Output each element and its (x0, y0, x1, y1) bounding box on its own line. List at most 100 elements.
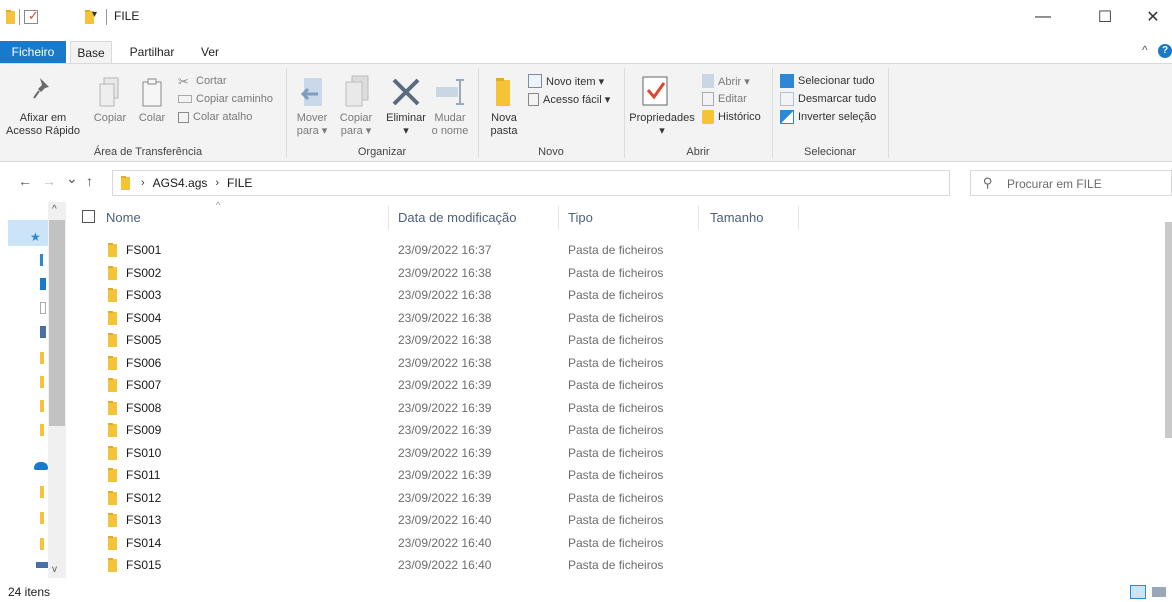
column-divider[interactable] (698, 206, 699, 230)
recent-locations-button[interactable]: ⌄ (66, 170, 78, 187)
table-row[interactable]: FS012 23/09/2022 16:39 Pasta de ficheiros (66, 487, 1164, 510)
column-divider[interactable] (558, 206, 559, 230)
desktop-icon[interactable] (40, 278, 46, 290)
move-to-button[interactable]: Mover para ▾ (292, 112, 332, 138)
customize-quick-access-button[interactable]: ▾ (92, 9, 97, 20)
tab-base[interactable]: Base (70, 41, 112, 63)
folder-icon[interactable] (40, 376, 44, 388)
back-button[interactable]: ← (18, 173, 32, 189)
address-bar[interactable]: › AGS4.ags › FILE ⌄ ↻ (112, 170, 1055, 196)
table-row[interactable]: FS002 23/09/2022 16:38 Pasta de ficheiros (66, 262, 1164, 285)
column-divider[interactable] (388, 206, 389, 230)
rename-icon (436, 79, 464, 105)
large-icons-view-icon[interactable] (1152, 587, 1166, 597)
copy-to-button[interactable]: Copiar para ▾ (336, 112, 376, 138)
folder-icon (108, 355, 120, 370)
this-pc-icon[interactable] (36, 562, 48, 568)
divider (106, 9, 107, 25)
properties-quick-access-icon[interactable]: ✓ (24, 8, 39, 24)
move-to-icon (300, 78, 322, 106)
easy-access-button[interactable]: Acesso fácil ▾ (528, 90, 610, 108)
open-button[interactable]: Abrir ▾ (702, 72, 750, 90)
scroll-down-icon[interactable]: v (52, 564, 57, 575)
folder-icon[interactable] (40, 352, 44, 364)
collapse-ribbon-button[interactable]: ^ (1142, 43, 1148, 57)
folder-icon (108, 265, 120, 280)
column-name[interactable]: Nome (106, 210, 141, 225)
nav-scrollbar-thumb[interactable] (49, 220, 65, 426)
table-row[interactable]: FS007 23/09/2022 16:39 Pasta de ficheiros (66, 374, 1164, 397)
table-row[interactable]: FS005 23/09/2022 16:38 Pasta de ficheiros (66, 329, 1164, 352)
search-input[interactable]: ⚲ Procurar em FILE (970, 170, 1172, 196)
up-button[interactable]: ↑ (86, 173, 93, 189)
copy-path-button[interactable]: Copiar caminho (178, 90, 273, 108)
table-row[interactable]: FS011 23/09/2022 16:39 Pasta de ficheiros (66, 464, 1164, 487)
select-all-button[interactable]: Selecionar tudo (780, 72, 874, 90)
invert-selection-button[interactable]: Inverter seleção (780, 108, 876, 126)
paste-button[interactable]: Colar (134, 112, 170, 125)
nav-item-quick-access[interactable] (8, 220, 48, 246)
paste-shortcut-icon (178, 111, 189, 123)
table-row[interactable]: FS008 23/09/2022 16:39 Pasta de ficheiros (66, 397, 1164, 420)
folder-icon[interactable] (40, 538, 44, 550)
file-date: 23/09/2022 16:37 (398, 243, 492, 257)
breadcrumb-file[interactable]: FILE (227, 176, 252, 190)
select-none-button[interactable]: Desmarcar tudo (780, 90, 876, 108)
column-divider[interactable] (798, 206, 799, 230)
table-row[interactable]: FS001 23/09/2022 16:37 Pasta de ficheiros (66, 239, 1164, 262)
column-size[interactable]: Tamanho (710, 210, 763, 225)
select-all-checkbox[interactable] (82, 210, 95, 223)
rename-button[interactable]: Mudar o nome (428, 112, 472, 138)
column-date-modified[interactable]: Data de modificação (398, 210, 517, 225)
table-row[interactable]: FS015 23/09/2022 16:40 Pasta de ficheiros (66, 554, 1164, 577)
copy-path-icon (178, 95, 192, 103)
paste-shortcut-button[interactable]: Colar atalho (178, 108, 252, 126)
table-row[interactable]: FS010 23/09/2022 16:39 Pasta de ficheiros (66, 442, 1164, 465)
onedrive-icon[interactable] (34, 462, 48, 470)
maximize-button[interactable]: ☐ (1082, 0, 1128, 34)
file-list-scrollbar-thumb[interactable] (1165, 222, 1172, 438)
pictures-icon[interactable] (40, 326, 46, 338)
cut-button[interactable]: ✂ Cortar (178, 72, 227, 90)
details-view-icon[interactable] (1130, 585, 1146, 599)
properties-button[interactable]: Propriedades ▾ (626, 112, 698, 138)
documents-icon[interactable] (40, 302, 46, 314)
downloads-icon[interactable] (40, 254, 43, 266)
table-row[interactable]: FS014 23/09/2022 16:40 Pasta de ficheiros (66, 532, 1164, 555)
pin-to-quick-access-button[interactable]: Afixar em Acesso Rápido (2, 112, 84, 138)
copy-button[interactable]: Copiar (90, 112, 130, 125)
file-date: 23/09/2022 16:38 (398, 265, 492, 280)
table-row[interactable]: FS009 23/09/2022 16:39 Pasta de ficheiros (66, 419, 1164, 442)
folder-icon[interactable] (40, 486, 44, 498)
history-button[interactable]: Histórico (702, 108, 761, 126)
tab-ficheiro[interactable]: Ficheiro (0, 41, 66, 63)
scroll-up-icon[interactable]: ^ (52, 204, 57, 215)
forward-button[interactable]: → (42, 173, 56, 189)
properties-icon (642, 76, 668, 106)
new-folder-button[interactable]: Nova pasta (484, 112, 524, 138)
folder-icon (108, 243, 120, 257)
file-date: 23/09/2022 16:38 (398, 310, 492, 325)
minimize-button[interactable]: — (1020, 0, 1066, 34)
table-row[interactable]: FS006 23/09/2022 16:38 Pasta de ficheiros (66, 352, 1164, 375)
table-row[interactable]: FS003 23/09/2022 16:38 Pasta de ficheiros (66, 284, 1164, 307)
help-icon[interactable]: ? (1158, 44, 1172, 58)
new-item-button[interactable]: Novo item ▾ (528, 72, 604, 90)
table-row[interactable]: FS004 23/09/2022 16:38 Pasta de ficheiros (66, 307, 1164, 330)
tab-ver[interactable]: Ver (194, 41, 226, 63)
folder-icon[interactable] (40, 400, 44, 412)
close-button[interactable]: ✕ (1130, 0, 1172, 34)
tab-partilhar[interactable]: Partilhar (124, 41, 180, 63)
delete-button[interactable]: Eliminar ▾ (382, 112, 430, 138)
file-type: Pasta de ficheiros (568, 445, 664, 460)
table-row[interactable]: FS013 23/09/2022 16:40 Pasta de ficheiros (66, 509, 1164, 532)
breadcrumb-ags4[interactable]: AGS4.ags (153, 176, 208, 190)
file-date: 23/09/2022 16:40 (398, 558, 492, 572)
new-group-label: Novo (538, 146, 564, 158)
folder-icon[interactable] (40, 512, 44, 524)
folder-icon (108, 513, 120, 527)
edit-button[interactable]: Editar (702, 90, 747, 108)
column-type[interactable]: Tipo (568, 210, 593, 225)
folder-icon[interactable] (40, 424, 44, 436)
star-icon: ★ (30, 230, 41, 244)
